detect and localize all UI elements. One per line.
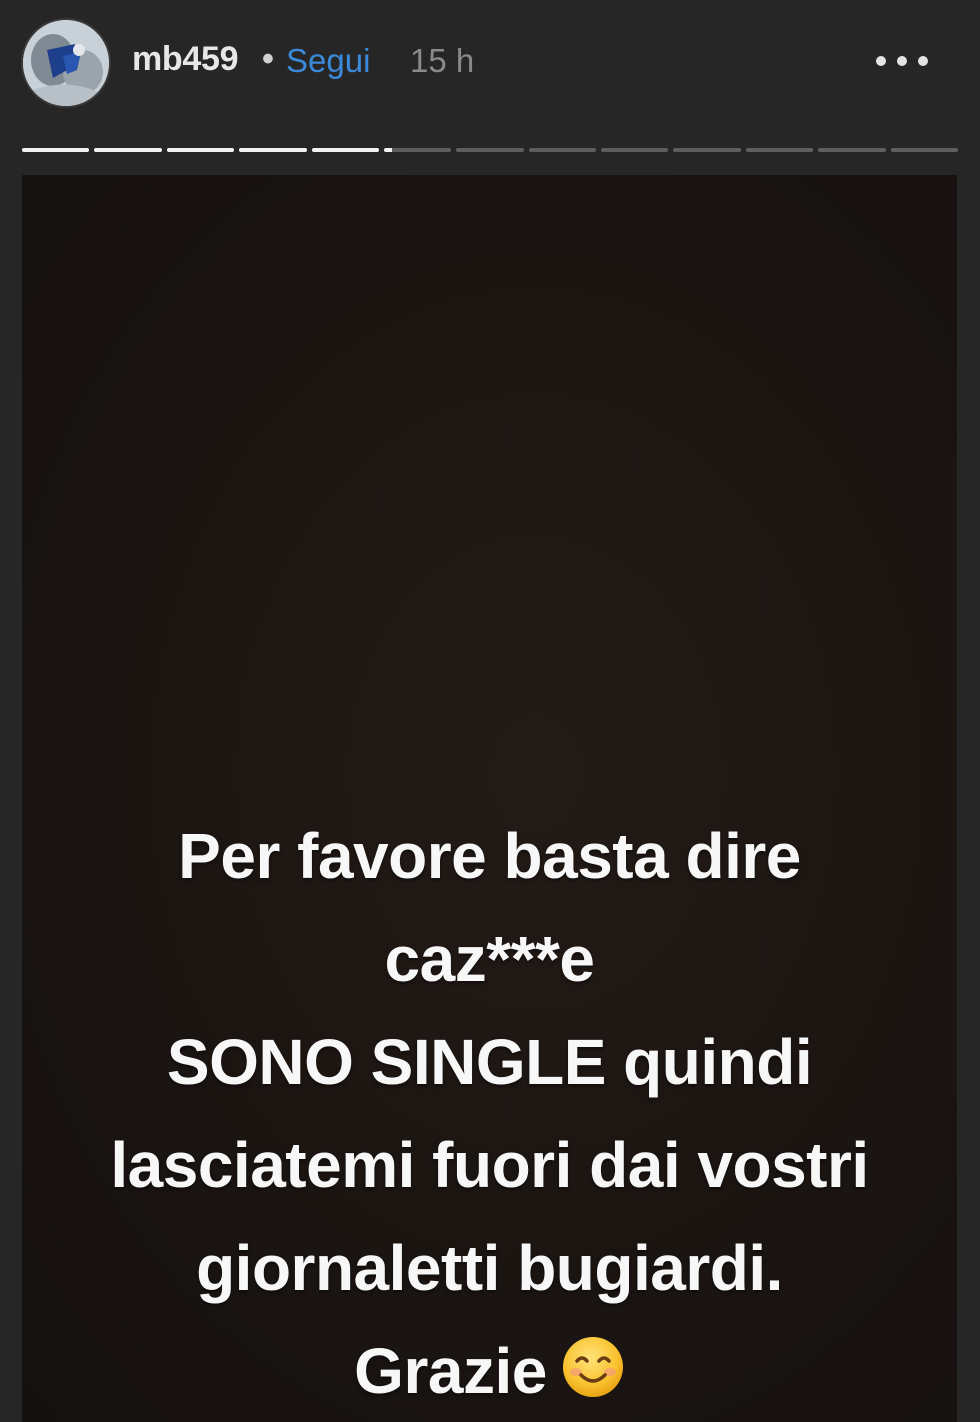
- more-options-button[interactable]: [868, 42, 936, 82]
- progress-segment: [673, 148, 741, 152]
- progress-segment: [383, 148, 452, 152]
- progress-segment-fill: [383, 148, 392, 152]
- username[interactable]: mb459: [132, 40, 239, 79]
- progress-segment-fill: [94, 148, 162, 152]
- progress-segment: [601, 148, 669, 152]
- story-media[interactable]: Per favore basta dire caz***e SONO SINGL…: [22, 175, 957, 1422]
- caption-thanks: Grazie: [354, 1335, 547, 1407]
- progress-segment: [456, 148, 524, 152]
- story-timestamp: 15 h: [410, 42, 475, 79]
- more-horizontal-icon-dot: [897, 56, 907, 66]
- caption-line: lasciatemi fuori dai vostri: [110, 1129, 869, 1201]
- follow-button[interactable]: Segui: [286, 42, 370, 80]
- caption-line: giornaletti bugiardi.: [196, 1232, 783, 1304]
- more-horizontal-icon-dot: [918, 56, 928, 66]
- progress-segment: [890, 148, 958, 152]
- smiling-face-emoji-icon: [562, 1337, 623, 1397]
- story-viewer: mb459 • Segui 15 h Per favore basta dire…: [0, 0, 980, 1422]
- story-header: mb459 • Segui 15 h: [0, 0, 980, 128]
- progress-segment: [22, 148, 90, 152]
- progress-segment: [528, 148, 597, 152]
- progress-segment: [818, 148, 886, 152]
- story-caption: Per favore basta dire caz***e SONO SINGL…: [22, 805, 957, 1422]
- progress-segment: [311, 148, 379, 152]
- progress-segment-fill: [166, 148, 235, 152]
- avatar-image: [23, 20, 109, 106]
- caption-line: caz***e: [384, 923, 596, 995]
- progress-segment-fill: [22, 148, 90, 152]
- progress-segment: [166, 148, 235, 152]
- caption-line: Per favore basta dire: [178, 820, 801, 892]
- progress-segment: [94, 148, 162, 152]
- caption-line: SONO SINGLE quindi: [166, 1026, 813, 1098]
- more-horizontal-icon: [876, 56, 886, 66]
- progress-segment-fill: [311, 148, 379, 152]
- progress-segment-fill: [239, 148, 307, 152]
- progress-segment: [239, 148, 307, 152]
- story-progress-bar: [22, 148, 958, 152]
- caption-line-last: Grazie: [22, 1320, 957, 1422]
- progress-segment: [745, 148, 814, 152]
- separator-dot: •: [262, 40, 274, 78]
- avatar[interactable]: [23, 20, 109, 106]
